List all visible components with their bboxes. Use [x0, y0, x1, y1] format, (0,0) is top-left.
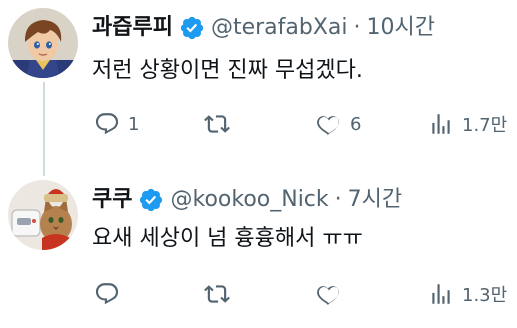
reply-icon	[95, 113, 119, 135]
like-button[interactable]	[316, 279, 350, 309]
views-count: 1.3만	[462, 285, 508, 306]
user-handle[interactable]: @terafabXai	[211, 14, 348, 42]
display-name[interactable]: 과즙루피	[92, 14, 173, 42]
tweet-header: 쿠쿠 @kookoo_Nick · 7시간	[92, 186, 402, 214]
timestamp[interactable]: 10시간	[367, 14, 435, 42]
header-separator: ·	[353, 15, 361, 40]
verified-badge-icon	[138, 187, 164, 213]
like-icon	[317, 116, 340, 136]
retweet-button[interactable]	[204, 279, 238, 309]
like-icon	[317, 286, 340, 306]
verified-badge-icon	[179, 15, 205, 41]
views-icon	[432, 114, 450, 134]
reply-button[interactable]	[94, 279, 128, 309]
timestamp[interactable]: 7시간	[348, 186, 402, 214]
retweet-icon	[204, 285, 230, 303]
action-bar: 1 6 1.7만	[92, 109, 512, 139]
user-handle[interactable]: @kookoo_Nick	[170, 186, 328, 214]
retweet-button[interactable]	[204, 109, 238, 139]
views-button[interactable]: 1.3만	[428, 279, 507, 309]
display-name[interactable]: 쿠쿠	[92, 186, 132, 214]
cat-with-rice-cooker-avatar-image	[8, 180, 78, 250]
like-button[interactable]: 6	[316, 109, 361, 139]
action-bar: 1.3만	[92, 279, 512, 309]
reply-count: 1	[128, 113, 140, 135]
views-count: 1.7만	[462, 115, 508, 136]
tweet-header: 과즙루피 @terafabXai · 10시간	[92, 14, 435, 42]
tweet-text: 저런 상황이면 진짜 무섭겠다.	[92, 58, 363, 83]
tweet-text: 요새 세상이 넘 흉흉해서 ㅠㅠ	[92, 226, 363, 251]
reply-button[interactable]: 1	[94, 109, 139, 139]
views-button[interactable]: 1.7만	[428, 109, 507, 139]
like-count: 6	[350, 113, 362, 135]
thread-connector-line	[43, 82, 45, 176]
anime-boy-avatar-image	[8, 8, 78, 78]
retweet-icon	[204, 115, 230, 133]
avatar[interactable]	[8, 8, 78, 78]
header-separator: ·	[334, 187, 342, 212]
views-icon	[432, 284, 450, 304]
reply-icon	[95, 283, 119, 305]
avatar[interactable]	[8, 180, 78, 250]
